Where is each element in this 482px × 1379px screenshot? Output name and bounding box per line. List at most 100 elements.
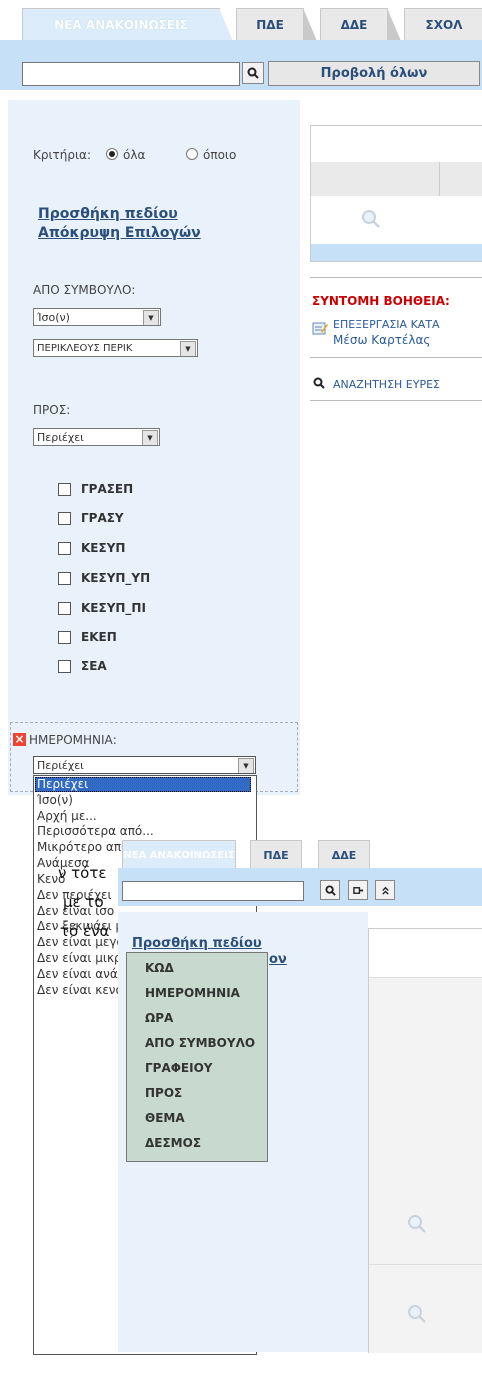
search-input[interactable] [22, 62, 240, 86]
dropdown-option[interactable]: Περισσότερα από... [35, 824, 154, 839]
checkbox[interactable] [58, 571, 71, 585]
search-button[interactable] [242, 62, 264, 84]
from-board-operator-value: Ίσο(ν) [37, 311, 70, 324]
to-option-grasy[interactable]: ΓΡΑΣΥ [58, 510, 124, 526]
remove-field-icon[interactable]: × [13, 733, 26, 746]
from-board-operator-select[interactable]: Ίσο(ν) ▼ [33, 308, 161, 326]
criteria-all-radio[interactable] [106, 148, 118, 160]
divider [310, 277, 482, 278]
search-button-2[interactable] [320, 880, 340, 900]
date-label: ΗΜΕΡΟΜΗΝΙΑ: [29, 733, 117, 747]
to-option-label: ΣΕΑ [81, 659, 107, 673]
hide-options-link-2[interactable]: ον [269, 952, 287, 967]
to-operator-select[interactable]: Περιέχει ▼ [33, 428, 160, 446]
columns-button[interactable] [348, 880, 368, 900]
dropdown-option[interactable]: Περιέχει [35, 777, 251, 792]
field-menu-item[interactable]: ΠΡΟΣ [145, 1086, 182, 1100]
tab-news[interactable]: ΝΕΑ ΑΝΑΚΟΙΝΩΣΕΙΣ [22, 8, 233, 41]
dropdown-option[interactable]: Αρχή με... [35, 809, 97, 824]
field-menu-item[interactable]: ΓΡΑΦΕΙΟΥ [145, 1061, 212, 1075]
field-menu-item[interactable]: ΑΠΟ ΣΥΜΒΟΥΛΟ [145, 1036, 255, 1050]
results-grid [310, 125, 482, 262]
edit-icon [312, 322, 328, 335]
grid-header-2 [369, 929, 482, 978]
results-grid-2 [368, 928, 482, 1353]
columns-icon [352, 886, 363, 894]
checkbox[interactable] [58, 630, 71, 644]
to-option-grasep[interactable]: ΓΡΑΣΕΠ [58, 481, 133, 497]
to-option-label: ΚΕΣΥΠ [81, 541, 126, 555]
dropdown-option[interactable]: Δεν είναι κενό [35, 983, 123, 998]
field-menu-item[interactable]: ΩΡΑ [145, 1011, 173, 1025]
search-icon [324, 884, 336, 896]
chevron-down-icon: ▼ [238, 758, 254, 773]
help-title: ΣΥΝΤΟΜΗ ΒΟΗΘΕΙΑ: [312, 294, 450, 308]
search-icon [313, 377, 325, 389]
to-operator-value: Περιέχει [37, 431, 84, 444]
to-option-ekep[interactable]: ΕΚΕΠ [58, 629, 117, 645]
checkbox[interactable] [58, 482, 71, 496]
divider [310, 357, 482, 358]
criteria-any-label: όποιο [203, 148, 237, 162]
search-input-2[interactable] [122, 881, 304, 901]
paragraph-line: με το [63, 893, 104, 911]
add-field-menu: ΚΩΔ ΗΜΕΡΟΜΗΝΙΑ ΩΡΑ ΑΠΟ ΣΥΜΒΟΥΛΟ ΓΡΑΦΕΙΟΥ… [126, 952, 268, 1162]
tab-pde[interactable]: ΠΔΕ [236, 8, 317, 41]
grid-header-row [311, 162, 482, 196]
grid-row-divider [369, 1264, 482, 1265]
add-field-link[interactable]: Προσθήκη πεδίου [38, 206, 178, 222]
double-chevron-up-icon [381, 886, 389, 895]
tab-news-2[interactable]: ΝΕΑ ΑΝΑΚΟΙΝΩΣΕΙΣ [122, 840, 236, 871]
to-option-kesyp-pi[interactable]: ΚΕΣΥΠ_ΠΙ [58, 600, 146, 616]
tab-dde[interactable]: ΔΔΕ [320, 8, 401, 41]
to-option-label: ΚΕΣΥΠ_ΠΙ [81, 601, 146, 615]
tab-dde-2[interactable]: ΔΔΕ [318, 840, 370, 871]
criteria-all-label: όλα [123, 148, 146, 162]
to-option-label: ΚΕΣΥΠ_ΥΠ [81, 571, 151, 585]
paragraph-line: ν τότε [58, 864, 107, 882]
search-icon [247, 67, 259, 79]
search-icon [408, 1305, 426, 1323]
search-icon [408, 1215, 426, 1233]
dropdown-option[interactable]: Ίσο(ν) [35, 793, 73, 808]
field-menu-item[interactable]: ΗΜΕΡΟΜΗΝΙΑ [145, 986, 240, 1000]
from-board-label: ΑΠΟ ΣΥΜΒΟΥΛΟ: [33, 283, 136, 297]
edit-form-link-sub[interactable]: Μέσω Καρτέλας [333, 333, 430, 347]
date-operator-value: Περιέχει [37, 759, 84, 772]
chevron-down-icon: ▼ [143, 310, 159, 325]
tab-pde-2[interactable]: ΠΔΕ [250, 840, 302, 871]
criteria-label: Κριτήρια: [33, 148, 92, 162]
divider [310, 400, 482, 401]
paragraph-line: τό ένα [60, 922, 110, 940]
grid-footer [311, 244, 482, 261]
to-option-kesyp-yp[interactable]: ΚΕΣΥΠ_ΥΠ [58, 570, 150, 586]
hide-options-link[interactable]: Απόκρυψη Επιλογών [38, 225, 201, 241]
date-operator-select[interactable]: Περιέχει ▼ [33, 756, 256, 774]
field-menu-item[interactable]: ΘΕΜΑ [145, 1111, 185, 1125]
field-menu-item[interactable]: ΚΩΔ [145, 961, 174, 975]
checkbox[interactable] [58, 511, 71, 525]
add-field-link-2[interactable]: Προσθήκη πεδίου [132, 936, 262, 951]
collapse-button[interactable] [375, 880, 395, 900]
tab-schools[interactable]: ΣΧΟΛ [404, 8, 482, 41]
grid-column-divider [439, 162, 440, 196]
criteria-any-radio[interactable] [186, 148, 198, 160]
checkbox[interactable] [58, 601, 71, 615]
edit-form-link[interactable]: ΕΠΕΞΕΡΓΑΣΙΑ ΚΑΤΑ [333, 318, 440, 331]
search-icon [362, 210, 380, 228]
to-option-label: ΓΡΑΣΕΠ [81, 482, 134, 496]
to-label: ΠΡΟΣ: [33, 403, 71, 417]
from-board-value-select[interactable]: ΠΕΡΙΚΛΕΟΥΣ ΠΕΡΙΚ ▼ [33, 339, 198, 357]
checkbox[interactable] [58, 541, 71, 555]
chevron-down-icon: ▼ [142, 430, 158, 445]
to-option-sea[interactable]: ΣΕΑ [58, 658, 107, 674]
view-all-button[interactable]: Προβολή όλων [268, 61, 480, 86]
to-option-label: ΕΚΕΠ [81, 630, 117, 644]
field-menu-item[interactable]: ΔΕΣΜΟΣ [145, 1136, 201, 1150]
filter-sidebar [8, 100, 300, 795]
checkbox[interactable] [58, 659, 71, 673]
from-board-value: ΠΕΡΙΚΛΕΟΥΣ ΠΕΡΙΚ [37, 343, 133, 354]
chevron-down-icon: ▼ [180, 341, 196, 356]
search-help-link[interactable]: ΑΝΑΖΗΤΗΣΗ ΕΥΡΕΣ [333, 378, 440, 391]
to-option-kesyp[interactable]: ΚΕΣΥΠ [58, 540, 125, 556]
